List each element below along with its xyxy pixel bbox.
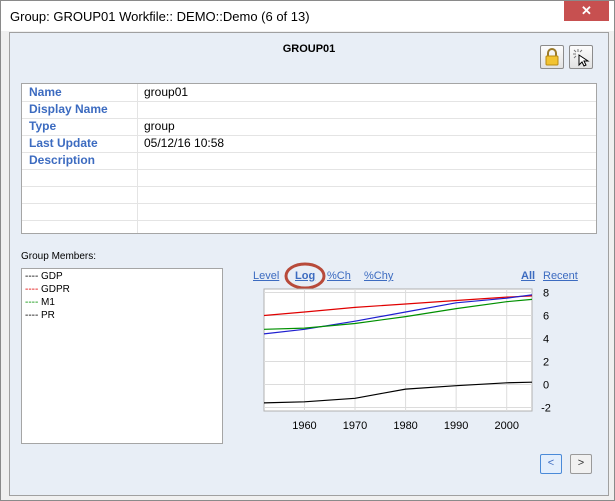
list-item[interactable]: ---- GDP — [25, 271, 63, 282]
next-button[interactable]: > — [570, 454, 592, 474]
lock-button[interactable] — [540, 45, 564, 69]
all-link[interactable]: All — [521, 270, 535, 282]
properties-table: Name group01 Display Name Type group Las… — [21, 83, 597, 234]
series-dash: ---- — [25, 271, 39, 282]
group-members-list[interactable]: ---- GDP ---- GDPR ---- M1 ---- PR — [21, 268, 223, 444]
group-window: Group: GROUP01 Workfile:: DEMO::Demo (6 … — [0, 0, 615, 501]
x-tick-label: 1960 — [292, 420, 316, 432]
list-item[interactable]: ---- PR — [25, 310, 55, 321]
property-value: 05/12/16 10:58 — [144, 136, 225, 150]
property-row-empty — [22, 203, 596, 221]
property-label: Name — [29, 85, 62, 99]
property-label: Display Name — [29, 102, 108, 116]
group-members-label: Group Members: — [21, 251, 97, 262]
close-icon: ✕ — [581, 3, 592, 18]
percent-change-link[interactable]: %Ch — [327, 270, 351, 282]
x-tick-label: 1990 — [444, 420, 468, 432]
y-tick-label: 4 — [543, 333, 549, 345]
member-name: GDP — [41, 271, 63, 282]
list-item[interactable]: ---- GDPR — [25, 284, 70, 295]
title-bar[interactable]: Group: GROUP01 Workfile:: DEMO::Demo (6 … — [1, 1, 614, 31]
window-title: Group: GROUP01 Workfile:: DEMO::Demo (6 … — [10, 9, 310, 24]
property-value[interactable]: group01 — [144, 85, 188, 99]
property-row-name: Name group01 — [22, 84, 596, 102]
series-dash: ---- — [25, 284, 39, 295]
property-row-last-update: Last Update 05/12/16 10:58 — [22, 135, 596, 153]
group-title: GROUP01 — [282, 43, 336, 55]
cursor-highlight-button[interactable] — [569, 45, 593, 69]
series-dash: ---- — [25, 297, 39, 308]
series-chart: 1960 1970 1980 1990 2000 8 6 4 2 0 -2 — [263, 287, 551, 432]
property-row-empty — [22, 169, 596, 187]
member-name: PR — [41, 310, 55, 321]
y-tick-label: 2 — [543, 357, 549, 369]
cursor-highlight-icon — [573, 49, 590, 67]
previous-button[interactable]: < — [540, 454, 562, 474]
property-row-empty — [22, 186, 596, 204]
lock-icon — [545, 48, 559, 66]
level-link[interactable]: Level — [253, 270, 279, 282]
list-item[interactable]: ---- M1 — [25, 297, 55, 308]
y-tick-label: -2 — [541, 403, 551, 415]
property-row-display-name: Display Name — [22, 101, 596, 119]
recent-link[interactable]: Recent — [543, 270, 578, 282]
property-row-type: Type group — [22, 118, 596, 136]
property-label: Last Update — [29, 136, 98, 150]
close-button[interactable]: ✕ — [564, 1, 609, 21]
y-tick-label: 6 — [543, 310, 549, 322]
property-label: Description — [29, 153, 96, 167]
percent-change-yoy-link[interactable]: %Chy — [364, 270, 393, 282]
y-tick-label: 0 — [543, 380, 549, 392]
y-tick-label: 8 — [543, 287, 549, 299]
x-tick-label: 1970 — [343, 420, 367, 432]
series-dash: ---- — [25, 310, 39, 321]
property-value: group — [144, 119, 175, 133]
x-tick-label: 1980 — [393, 420, 417, 432]
group-panel: GROUP01 Name group01 Display Name Type g… — [9, 32, 609, 496]
member-name: GDPR — [41, 284, 70, 295]
property-label: Type — [29, 119, 57, 133]
member-name: M1 — [41, 297, 55, 308]
property-row-description: Description — [22, 152, 596, 170]
x-tick-label: 2000 — [494, 420, 518, 432]
